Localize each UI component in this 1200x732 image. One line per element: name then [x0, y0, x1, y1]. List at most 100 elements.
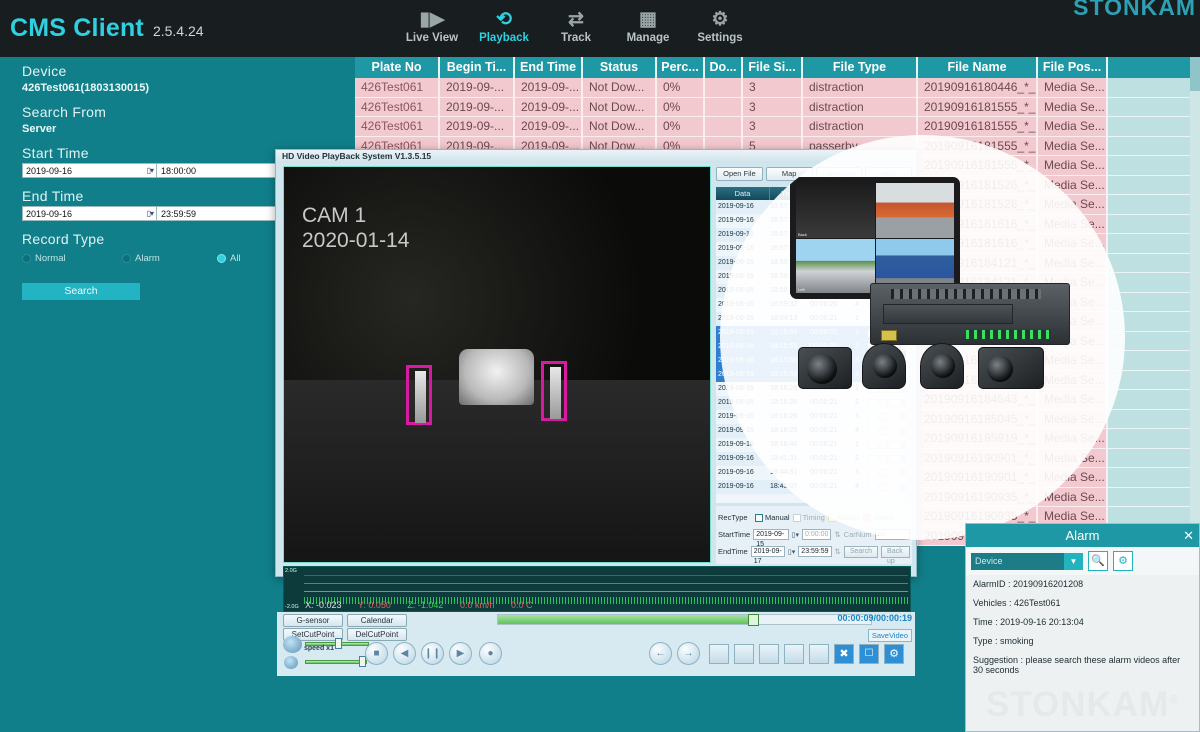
search-icon[interactable]: 🔍 — [1088, 551, 1108, 571]
filelist-row[interactable]: 2019-09-16 18:04:13 00:00:21 1 — [716, 312, 912, 326]
capture-button[interactable]: ☐ — [859, 644, 879, 664]
volume-slider[interactable] — [305, 660, 367, 664]
chevron-down-icon[interactable]: ▼ — [1064, 552, 1083, 570]
layout-4-button[interactable] — [734, 644, 754, 664]
language-button[interactable]: Language — [815, 167, 863, 181]
settings-button[interactable]: ⚙ — [884, 644, 904, 664]
radio-normal[interactable]: Normal — [22, 253, 122, 264]
snapshot-button[interactable]: ● — [479, 642, 502, 665]
column-header[interactable]: Status — [583, 57, 657, 78]
calendar-dropdown-icon[interactable]: ▯▾ — [147, 166, 154, 175]
filelist-row[interactable]: 2019-09-16 18:41:31 00:00:21 2 — [716, 452, 912, 466]
nav-item-track[interactable]: ⇄ Track — [540, 6, 612, 44]
column-header[interactable]: Begin Ti... — [440, 57, 515, 78]
checkbox-alarm[interactable]: Alarm — [863, 513, 893, 522]
filelist-row[interactable]: 2019-09-16 18:15:55 00:00:20 2 — [716, 340, 912, 354]
filelist-row[interactable]: 2019-09-16 16:57:40 00:00:21 2 — [716, 214, 912, 228]
calendar-dropdown-icon[interactable]: ▯▾ — [147, 209, 154, 218]
filelist-row[interactable]: 2019-09-16 18:15:55 00:00:20 4 — [716, 368, 912, 382]
playback-backup-button[interactable]: Back up — [881, 545, 910, 565]
playback-search-button[interactable]: Search — [843, 545, 879, 558]
calendar-dropdown-icon[interactable]: ▯▾ — [792, 531, 799, 539]
alarm-device-select[interactable]: Device ▼ — [971, 552, 1083, 570]
filelist-row[interactable]: 2019-09-16 18:16:26 00:00:21 3 — [716, 410, 912, 424]
endtime-clock-input[interactable]: 23:59:59 — [798, 546, 832, 557]
filelist-row[interactable]: 2019-09-16 18:15:55 00:00:20 1 — [716, 326, 912, 340]
radio-all[interactable]: All — [217, 253, 241, 264]
map-button[interactable]: Map — [765, 167, 813, 181]
prev-page-button[interactable]: ← — [649, 642, 672, 665]
checkbox-manual[interactable]: Manual — [755, 513, 790, 522]
start-date-input[interactable]: 2019-09-16 ▯▾ — [22, 163, 157, 178]
radio-alarm[interactable]: Alarm — [122, 253, 217, 264]
gsensor-button[interactable]: G-sensor — [283, 614, 343, 627]
filelist-row[interactable]: 2019-09-16 18:59:32 00:00:20 2 — [716, 270, 912, 284]
filelist-row[interactable]: 2019-09-16 18:16:26 00:00:21 1 — [716, 382, 912, 396]
filelist-row[interactable]: 2019-09-16 18:16:26 00:00:21 4 — [716, 424, 912, 438]
nav-item-manage[interactable]: ▦ Manage — [612, 6, 684, 44]
layout-1-button[interactable] — [709, 644, 729, 664]
rewind-button[interactable]: ◀ — [393, 642, 416, 665]
column-header[interactable]: End Time — [515, 57, 583, 78]
column-header[interactable]: Perc... — [657, 57, 705, 78]
playback-filelist[interactable]: 2019-09-16 16:57:40 00:00:21 1 2019-09-16 16:… — [716, 200, 912, 503]
endtime-date-input[interactable]: 2019-09-17 — [750, 546, 785, 565]
filelist-row[interactable]: 2019-09-16 18:18:48 00:00:21 1 — [716, 438, 912, 452]
scrollbar-thumb[interactable] — [1190, 57, 1200, 91]
alarm-panel[interactable]: Alarm ✕ Device ▼ 🔍 ⚙ AlarmID : 201909162… — [965, 523, 1200, 732]
pause-button[interactable]: ❙❙ — [421, 642, 444, 665]
close-icon[interactable]: ✕ — [1183, 524, 1194, 547]
filelist-scrollbar-thumb[interactable] — [906, 200, 912, 226]
table-row[interactable]: 426Test0612019-09-...2019-09-...Not Dow.… — [355, 78, 1200, 98]
carnum-select[interactable]: All — [874, 529, 910, 540]
seekbar-handle[interactable] — [747, 614, 759, 626]
volume-icon[interactable] — [284, 656, 298, 669]
filelist-row[interactable]: 2019-09-16 18:59:32 00:00:20 1 — [716, 256, 912, 270]
column-header[interactable]: Do... — [705, 57, 743, 78]
play-button[interactable]: ▶ — [449, 642, 472, 665]
calendar-button[interactable]: Calendar — [347, 614, 407, 627]
filelist-row[interactable]: 2019-09-16 18:59:32 00:00:20 3 — [716, 284, 912, 298]
column-header[interactable]: Plate No — [355, 57, 440, 78]
checkbox-timing[interactable]: Timing — [792, 513, 825, 522]
device-value[interactable]: 426Test061(1803130015) — [0, 81, 355, 98]
starttime-date-input[interactable]: 2019-09-15 — [753, 529, 789, 548]
filelist-row[interactable]: 2019-09-16 18:44:31 00:00:21 3 — [716, 466, 912, 480]
fullscreen-button[interactable]: ✖ — [834, 644, 854, 664]
next-page-button[interactable]: → — [677, 642, 700, 665]
video-display[interactable]: CAM 1 2020-01-14 — [283, 166, 711, 563]
nav-item-settings[interactable]: ⚙ Settings — [684, 6, 756, 44]
starttime-clock-input[interactable]: 0:00:00 — [802, 529, 832, 540]
column-header[interactable]: File Pos... — [1038, 57, 1108, 78]
filelist-row[interactable]: 2019-09-16 16:57:40 00:00:21 1 — [716, 200, 912, 214]
table-row[interactable]: 426Test0612019-09-...2019-09-...Not Dow.… — [355, 117, 1200, 137]
help-button[interactable]: Help — [865, 167, 912, 181]
layout-6-button[interactable] — [759, 644, 779, 664]
speed-slider-handle[interactable] — [335, 638, 342, 649]
spinner-icon[interactable]: ⇅ — [834, 530, 840, 539]
filelist-row[interactable]: 2019-09-16 18:45:07 00:00:21 4 — [716, 480, 912, 494]
table-row[interactable]: 426Test0612019-09-...2019-09-...Not Dow.… — [355, 97, 1200, 117]
speed-dial-icon[interactable] — [283, 636, 302, 653]
nav-item-live-view[interactable]: ▮▶ Live View — [396, 6, 468, 44]
filelist-row[interactable]: 2019-09-16 18:16:26 00:00:21 2 — [716, 396, 912, 410]
filelist-row[interactable]: 2019-09-16 16:57:40 00:00:21 3 — [716, 228, 912, 242]
calendar-dropdown-icon[interactable]: ▯▾ — [788, 548, 795, 556]
filelist-row[interactable]: 2019-09-16 18:59:32 00:00:20 4 — [716, 298, 912, 312]
layout-8-button[interactable] — [809, 644, 829, 664]
stop-button[interactable]: ■ — [365, 642, 388, 665]
savevideo-button[interactable]: SaveVideo — [867, 629, 912, 642]
filelist-row[interactable]: 2019-09-16 18:15:55 00:00:20 3 — [716, 354, 912, 368]
gear-icon[interactable]: ⚙ — [1113, 551, 1133, 571]
search-from-value[interactable]: Server — [0, 122, 355, 139]
filelist-scrollbar[interactable] — [906, 200, 912, 503]
column-header[interactable]: File Type — [803, 57, 918, 78]
nav-item-playback[interactable]: ⟲ Playback — [468, 6, 540, 44]
search-button[interactable]: Search — [22, 283, 140, 300]
spinner-icon[interactable]: ⇅ — [835, 547, 841, 556]
hd-playback-window[interactable]: HD Video PlayBack System V1.3.5.15 CAM 1… — [275, 149, 917, 676]
layout-9-button[interactable] — [784, 644, 804, 664]
checkbox-motion[interactable]: Motion — [827, 513, 860, 522]
open-file-button[interactable]: Open File — [716, 167, 763, 181]
playback-seekbar[interactable] — [497, 614, 872, 626]
